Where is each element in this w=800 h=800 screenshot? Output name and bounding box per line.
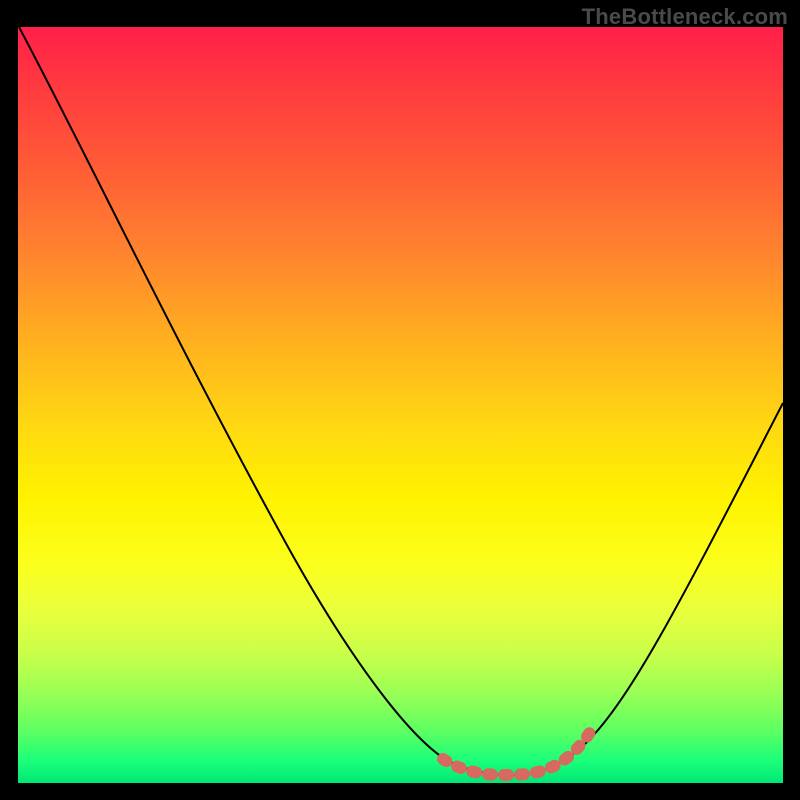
optimal-zone-highlight xyxy=(443,731,591,775)
chart-area xyxy=(18,27,783,783)
curve-svg xyxy=(18,27,783,783)
watermark-text: TheBottleneck.com xyxy=(582,4,788,30)
bottleneck-curve xyxy=(19,27,783,775)
